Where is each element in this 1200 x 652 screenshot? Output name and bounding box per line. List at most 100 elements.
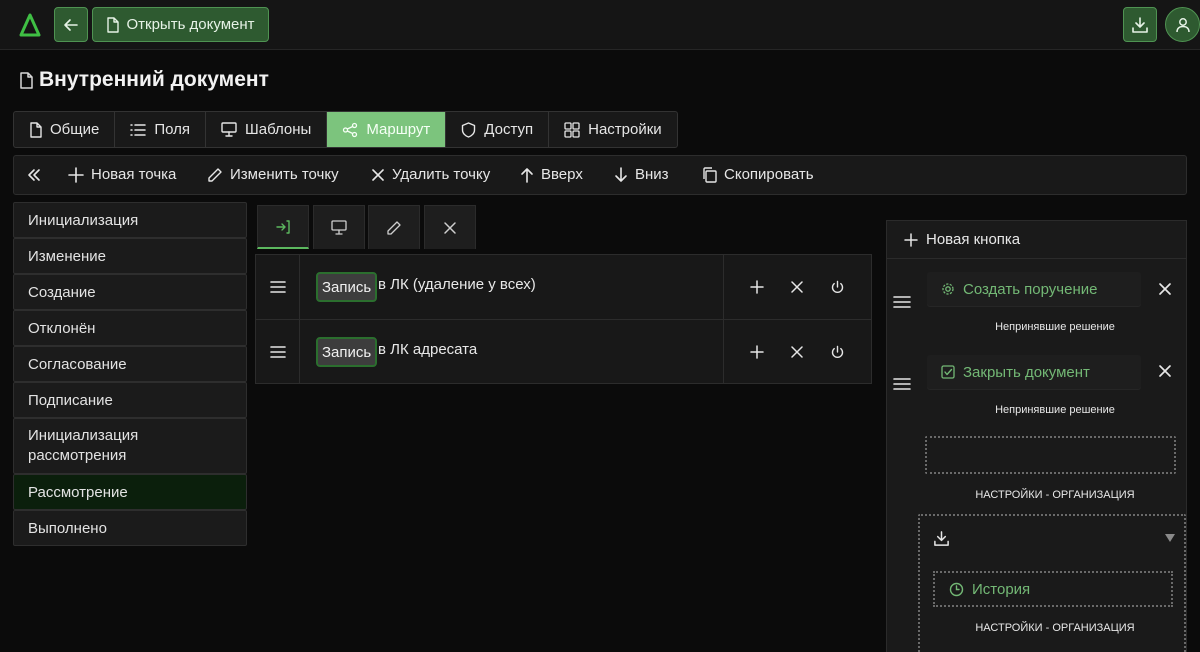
copy-button[interactable]: Скопировать: [702, 166, 814, 183]
new-point-button[interactable]: Новая точка: [68, 166, 176, 183]
history-button[interactable]: История: [933, 571, 1173, 607]
open-document-label: Открыть документ: [126, 16, 255, 33]
table-row: Запись в ЛК (удаление у всех): [256, 255, 871, 319]
stage-item[interactable]: Выполнено: [13, 510, 247, 546]
gear-icon: [942, 283, 954, 295]
route-toolbar: Новая точка Изменить точку Удалить точку…: [13, 155, 1187, 195]
menu-icon: [269, 281, 286, 293]
close-document-button[interactable]: Закрыть документ: [927, 355, 1141, 389]
record-chip[interactable]: Запись: [316, 337, 378, 367]
stage-label: Инициализация: [28, 211, 139, 229]
file-icon: [30, 121, 42, 138]
delete-point-button[interactable]: Удалить точку: [371, 166, 490, 183]
new-button-label: Новая кнопка: [926, 231, 1021, 248]
tab-fields[interactable]: Поля: [115, 112, 206, 147]
stage-label: Изменение: [28, 247, 106, 265]
clock-icon: [949, 582, 964, 596]
stage-label: Отклонён: [28, 319, 96, 337]
list-icon: [130, 123, 147, 136]
close-icon[interactable]: [1155, 279, 1175, 299]
close-icon[interactable]: [791, 281, 803, 293]
drop-zone[interactable]: [925, 436, 1176, 474]
back-button[interactable]: [54, 7, 88, 42]
page-title-text: Внутренний документ: [39, 68, 269, 91]
download-icon: [1132, 16, 1148, 33]
close-icon[interactable]: [1155, 361, 1175, 381]
tab-access[interactable]: Доступ: [446, 112, 550, 147]
arrow-up-icon: [521, 167, 533, 183]
plus-icon: [68, 166, 84, 183]
tab-label: Шаблоны: [245, 121, 312, 138]
download-button[interactable]: [1123, 7, 1157, 42]
stage-item[interactable]: Инициализация: [13, 202, 247, 238]
copy-icon: [703, 166, 717, 183]
edit-point-button[interactable]: Изменить точку: [207, 166, 339, 183]
plus-icon: [904, 232, 918, 247]
download-icon[interactable]: [933, 530, 950, 547]
stage-item[interactable]: Согласование: [13, 346, 247, 382]
button-caption: Непринявшие решение: [995, 321, 1115, 333]
edit-point-label: Изменить точку: [230, 166, 339, 183]
move-down-button[interactable]: Вниз: [614, 166, 669, 183]
menu-icon[interactable]: [893, 295, 911, 309]
shield-icon: [462, 121, 476, 138]
tab-label: Маршрут: [366, 121, 431, 138]
create-task-label: Создать поручение: [963, 280, 1098, 298]
tab-route[interactable]: Маршрут: [327, 112, 447, 147]
tab-label: Настройки: [588, 121, 662, 138]
row-actions: [723, 255, 871, 319]
tab-edit[interactable]: [368, 205, 420, 249]
open-document-button[interactable]: Открыть документ: [92, 7, 269, 42]
file-icon: [107, 16, 120, 33]
stage-item[interactable]: Изменение: [13, 238, 247, 274]
close-icon: [372, 168, 384, 181]
stage-list: Инициализация Изменение Создание Отклонё…: [13, 202, 247, 546]
move-up-button[interactable]: Вверх: [520, 166, 583, 183]
power-icon[interactable]: [830, 345, 845, 360]
record-chip[interactable]: Запись: [316, 272, 378, 302]
check-square-icon: [941, 365, 955, 379]
move-up-label: Вверх: [541, 166, 583, 183]
plus-icon[interactable]: [749, 280, 764, 294]
create-task-button[interactable]: Создать поручение: [927, 272, 1141, 306]
power-icon[interactable]: [830, 280, 845, 295]
stage-item[interactable]: Создание: [13, 274, 247, 310]
table-row: Запись в ЛК адресата: [256, 319, 871, 384]
tab-entry[interactable]: [257, 205, 309, 249]
caret-down-icon[interactable]: [1164, 533, 1176, 543]
tab-general[interactable]: Общие: [14, 112, 116, 147]
stage-item[interactable]: Отклонён: [13, 310, 247, 346]
close-icon: [444, 221, 456, 234]
tab-label: Доступ: [484, 121, 534, 138]
delete-point-label: Удалить точку: [392, 166, 491, 183]
stage-label: Подписание: [28, 391, 113, 409]
buttons-panel: Новая кнопка Создать поручение Непринявш…: [886, 220, 1187, 652]
user-profile-button[interactable]: [1165, 7, 1200, 42]
tab-templates[interactable]: Шаблоны: [206, 112, 328, 147]
drag-handle[interactable]: [256, 320, 300, 384]
stage-item[interactable]: Инициализация рассмотрения: [13, 418, 247, 474]
stage-label: Инициализация рассмотрения: [28, 427, 139, 464]
plus-icon[interactable]: [749, 345, 764, 359]
close-document-label: Закрыть документ: [963, 363, 1090, 381]
settings-caption: НАСТРОЙКИ - ОРГАНИЗАЦИЯ: [975, 622, 1135, 634]
tab-display[interactable]: [313, 205, 365, 249]
menu-icon[interactable]: [893, 377, 911, 391]
stage-item[interactable]: Подписание: [13, 382, 247, 418]
drag-handle[interactable]: [256, 255, 300, 319]
tab-delete[interactable]: [424, 205, 476, 249]
chevrons-left-icon: [28, 169, 40, 181]
history-label: История: [972, 580, 1031, 598]
close-icon[interactable]: [791, 346, 803, 358]
button-caption: Непринявшие решение: [995, 404, 1115, 416]
stage-label: Создание: [28, 283, 96, 301]
new-button-button[interactable]: Новая кнопка: [887, 221, 1186, 259]
row-text: в ЛК (удаление у всех): [378, 276, 536, 293]
stage-label: Согласование: [28, 355, 127, 373]
monitor-icon: [331, 220, 347, 235]
monitor-icon: [221, 122, 237, 137]
tab-settings[interactable]: Настройки: [549, 112, 677, 147]
collapse-button[interactable]: [26, 167, 42, 183]
stage-item-active[interactable]: Рассмотрение: [13, 474, 247, 510]
row-text: в ЛК адресата: [378, 341, 478, 358]
